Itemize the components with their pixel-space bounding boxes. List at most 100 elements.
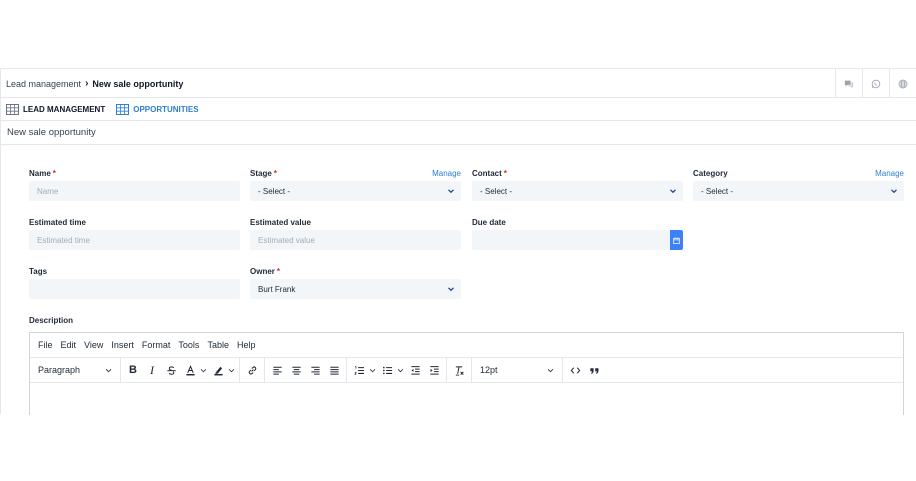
decrease-indent-button[interactable] (407, 361, 423, 379)
font-size-select[interactable]: 12pt (476, 361, 558, 379)
strikethrough-icon (166, 365, 176, 375)
chevron-right-icon: › (85, 78, 89, 89)
bullet-list-button[interactable] (379, 361, 395, 379)
module-tabs: LEAD MANAGEMENT OPPORTUNITIES (6, 101, 199, 117)
chevron-down-icon[interactable] (228, 367, 235, 374)
breadcrumb-parent[interactable]: Lead management (6, 79, 81, 89)
description-label: Description (29, 316, 74, 325)
estimated-time-label: Estimated time (29, 218, 86, 227)
link-button[interactable] (244, 361, 260, 379)
chat-icon[interactable] (835, 69, 862, 98)
clear-formatting-button[interactable] (451, 361, 467, 379)
toolbar-group-link (240, 357, 265, 383)
rich-text-editor: File Edit View Insert Format Tools Table… (29, 332, 904, 415)
chevron-down-icon (448, 287, 454, 292)
menu-help[interactable]: Help (237, 340, 256, 350)
align-center-icon (291, 366, 301, 375)
align-center-button[interactable] (288, 361, 304, 379)
menu-file[interactable]: File (38, 340, 53, 350)
contact-select[interactable]: - Select - (472, 181, 683, 201)
chevron-down-icon (670, 189, 676, 194)
menu-insert[interactable]: Insert (111, 340, 134, 350)
tab-opportunities[interactable]: OPPORTUNITIES (116, 103, 199, 115)
align-left-button[interactable] (269, 361, 285, 379)
font-size-value: 12pt (480, 365, 498, 375)
menu-edit[interactable]: Edit (61, 340, 77, 350)
increase-indent-button[interactable] (426, 361, 442, 379)
stage-select-value: - Select - (258, 186, 291, 196)
outdent-icon (410, 365, 420, 375)
toolbar-group-align (265, 357, 347, 383)
category-select[interactable]: - Select - (693, 181, 904, 201)
align-justify-icon (329, 366, 339, 375)
toolbar-group-block: Paragraph (30, 357, 121, 383)
stage-manage-link[interactable]: Manage (432, 169, 461, 178)
whatsapp-icon[interactable] (862, 69, 889, 98)
clear-formatting-icon (455, 365, 464, 376)
globe-icon[interactable] (889, 69, 916, 98)
align-justify-button[interactable] (326, 361, 342, 379)
page-title: New sale opportunity (7, 127, 96, 138)
editor-menubar: File Edit View Insert Format Tools Table… (30, 333, 903, 358)
stage-select[interactable]: - Select - (250, 181, 461, 201)
category-manage-link[interactable]: Manage (875, 169, 904, 178)
numbered-list-icon (354, 365, 364, 375)
editor-toolbar: Paragraph B I 12pt (30, 357, 903, 383)
source-code-button[interactable] (567, 361, 583, 379)
blockquote-button[interactable] (586, 361, 602, 379)
toolbar-group-lists (347, 357, 447, 383)
name-label: Name * (29, 169, 56, 178)
contact-select-value: - Select - (480, 186, 513, 196)
menu-tools[interactable]: Tools (178, 340, 199, 350)
estimated-value-input[interactable]: Estimated value (250, 230, 461, 250)
toolbar-group-style: B I (121, 357, 240, 383)
chevron-down-icon[interactable] (397, 367, 404, 374)
indent-icon (429, 365, 439, 375)
align-right-button[interactable] (307, 361, 323, 379)
due-date-input[interactable] (472, 230, 683, 250)
name-input[interactable]: Name (29, 181, 240, 201)
calendar-icon (673, 236, 680, 244)
editor-content-area[interactable] (30, 383, 903, 416)
menu-format[interactable]: Format (142, 340, 171, 350)
menu-view[interactable]: View (84, 340, 103, 350)
toolbar-group-misc (563, 358, 606, 383)
owner-select[interactable]: Burt Frank (250, 279, 461, 299)
category-label: Category (693, 169, 728, 178)
italic-button[interactable]: I (144, 361, 160, 379)
bullet-list-icon (382, 366, 392, 374)
tags-label: Tags (29, 267, 48, 276)
estimated-time-input[interactable]: Estimated time (29, 230, 240, 250)
link-icon (248, 366, 256, 374)
highlighter-icon (213, 366, 223, 375)
code-icon (570, 366, 580, 374)
tab-label: OPPORTUNITIES (133, 104, 199, 114)
tab-lead-management[interactable]: LEAD MANAGEMENT (6, 103, 105, 115)
text-color-button[interactable] (182, 361, 198, 379)
owner-select-value: Burt Frank (258, 284, 296, 294)
top-icon-group (835, 69, 916, 98)
breadcrumb: Lead management › New sale opportunity (6, 78, 183, 89)
contact-label: Contact * (472, 169, 507, 178)
top-bar: Lead management › New sale opportunity (0, 69, 916, 98)
chevron-down-icon[interactable] (200, 367, 207, 374)
tags-input[interactable] (29, 279, 240, 299)
chevron-down-icon (448, 189, 454, 194)
highlight-color-button[interactable] (210, 361, 226, 379)
divider (0, 144, 916, 145)
toolbar-group-fontsize: 12pt (472, 357, 563, 383)
chevron-down-icon[interactable] (369, 367, 376, 374)
bold-button[interactable]: B (125, 361, 141, 379)
date-picker-button[interactable] (670, 230, 683, 250)
align-left-icon (272, 366, 282, 375)
stage-label: Stage * (250, 169, 277, 178)
chevron-down-icon (891, 189, 897, 194)
building-icon (116, 103, 130, 115)
strikethrough-button[interactable] (163, 361, 179, 379)
menu-table[interactable]: Table (207, 340, 229, 350)
divider (0, 120, 916, 121)
align-right-icon (310, 366, 320, 375)
numbered-list-button[interactable] (351, 361, 367, 379)
quote-icon (589, 367, 598, 374)
block-format-select[interactable]: Paragraph (34, 361, 116, 379)
